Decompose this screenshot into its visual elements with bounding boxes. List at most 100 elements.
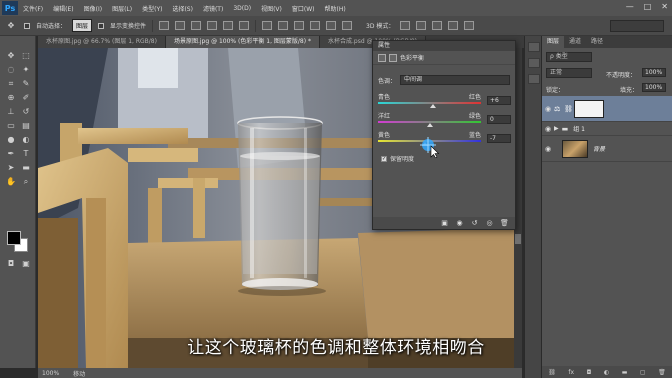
brush-tool-icon[interactable]: ✐: [19, 92, 33, 104]
info-panel-icon[interactable]: [528, 74, 540, 84]
type-tool-icon[interactable]: T: [19, 148, 33, 160]
new-adjustment-icon[interactable]: ◐: [604, 369, 609, 376]
distribute-center-icon[interactable]: [326, 21, 337, 30]
menu-image[interactable]: 图像(I): [79, 4, 107, 13]
menu-type[interactable]: 类型(Y): [137, 4, 167, 13]
expand-arrow-icon[interactable]: ▶: [554, 125, 559, 132]
link-icon[interactable]: ⛓: [564, 105, 574, 113]
distribute-left-icon[interactable]: [310, 21, 321, 30]
blend-mode-dropdown[interactable]: 正常: [546, 68, 592, 78]
new-layer-icon[interactable]: ▢: [640, 369, 646, 376]
history-panel-icon[interactable]: [528, 42, 540, 52]
magic-wand-icon[interactable]: ✦: [19, 64, 33, 76]
menu-select[interactable]: 选择(S): [167, 4, 198, 13]
menu-file[interactable]: 文件(F): [18, 4, 48, 13]
preserve-luminosity-checkbox[interactable]: ✓: [381, 155, 387, 162]
tone-dropdown[interactable]: 中间调: [400, 75, 510, 85]
cyan-red-value[interactable]: +6: [487, 96, 511, 105]
scroll-thumb[interactable]: [515, 234, 521, 244]
dodge-tool-icon[interactable]: ◐: [19, 134, 33, 146]
eye-icon[interactable]: ◉: [542, 105, 554, 113]
fx-icon[interactable]: fx: [568, 369, 574, 376]
clone-stamp-icon[interactable]: ⊥: [4, 106, 18, 118]
align-left-icon[interactable]: [207, 21, 218, 30]
distribute-bottom-icon[interactable]: [294, 21, 305, 30]
workspace-dropdown[interactable]: [610, 20, 664, 32]
yellow-blue-value[interactable]: -7: [487, 134, 511, 143]
menu-edit[interactable]: 编辑(E): [48, 4, 78, 13]
cyan-red-thumb[interactable]: [429, 104, 436, 108]
tab-cup-original[interactable]: 水杯原图.jpg @ 66.7% (图层 1, RGB/8): [38, 36, 166, 48]
quick-mask-icon[interactable]: ◘: [4, 258, 18, 270]
trash-icon[interactable]: 🗑: [500, 219, 509, 227]
visibility-icon[interactable]: ◎: [485, 219, 494, 227]
eye-icon[interactable]: ◉: [542, 125, 554, 133]
3d-rotate-icon[interactable]: [400, 21, 411, 30]
mask-icon[interactable]: [389, 53, 397, 62]
blur-tool-icon[interactable]: ●: [4, 134, 18, 146]
marquee-tool-icon[interactable]: ⬚: [19, 50, 33, 62]
3d-roll-icon[interactable]: [416, 21, 427, 30]
3d-slide-icon[interactable]: [448, 21, 459, 30]
align-center-icon[interactable]: [223, 21, 234, 30]
auto-select-checkbox[interactable]: [24, 22, 30, 29]
magenta-green-thumb[interactable]: [426, 123, 433, 127]
menu-window[interactable]: 窗口(W): [287, 4, 320, 13]
eyedropper-icon[interactable]: ✎: [19, 78, 33, 90]
menu-layer[interactable]: 图层(L): [107, 4, 137, 13]
tab-scene-original[interactable]: 场景原图.jpg @ 100% (色彩平衡 1, 图层蒙版/8) *: [165, 36, 321, 48]
layer-mask-thumbnail[interactable]: [574, 99, 604, 118]
shape-tool-icon[interactable]: ▬: [19, 162, 33, 174]
show-transform-checkbox[interactable]: [98, 22, 105, 29]
3d-pan-icon[interactable]: [432, 21, 443, 30]
reset-icon[interactable]: ↺: [470, 219, 479, 227]
menu-3d[interactable]: 3D(D): [228, 5, 256, 12]
menu-filter[interactable]: 滤镜(T): [198, 4, 228, 13]
add-mask-icon[interactable]: ◘: [587, 369, 592, 376]
tab-paths[interactable]: 路径: [586, 36, 608, 48]
auto-select-dropdown[interactable]: 图层: [72, 19, 93, 32]
menu-view[interactable]: 视图(V): [256, 4, 287, 13]
fill-field[interactable]: 100%: [642, 83, 666, 92]
move-tool-icon[interactable]: ✥: [4, 20, 18, 32]
zoom-tool-icon[interactable]: ⌕: [19, 176, 33, 188]
lasso-tool-icon[interactable]: ◌: [4, 64, 18, 76]
align-right-icon[interactable]: [239, 21, 250, 30]
gradient-tool-icon[interactable]: ▤: [19, 120, 33, 132]
hand-tool-icon[interactable]: ✋: [4, 176, 18, 188]
opacity-field[interactable]: 100%: [642, 68, 666, 77]
layer-filter-dropdown[interactable]: ρ 类型: [546, 52, 592, 62]
preserve-luminosity[interactable]: ✓ 保留明度: [381, 154, 414, 163]
zoom-level[interactable]: 100%: [42, 370, 59, 377]
align-bottom-icon[interactable]: [191, 21, 202, 30]
align-top-icon[interactable]: [159, 21, 170, 30]
link-layers-icon[interactable]: ⛓: [548, 369, 556, 376]
tab-layers[interactable]: 图层: [542, 36, 565, 48]
layer-row-background[interactable]: ◉ 背景: [542, 136, 672, 162]
crop-tool-icon[interactable]: ⌗: [4, 78, 18, 90]
delete-layer-icon[interactable]: 🗑: [658, 369, 666, 376]
layer-row-group[interactable]: ◉ ▶ ▬ 组 1: [542, 122, 672, 136]
menu-help[interactable]: 帮助(H): [320, 4, 351, 13]
distribute-right-icon[interactable]: [342, 21, 353, 30]
3d-scale-icon[interactable]: [464, 21, 475, 30]
history-brush-icon[interactable]: ↺: [19, 106, 33, 118]
maximize-button[interactable]: □: [644, 2, 652, 11]
properties-panel-icon[interactable]: [528, 58, 540, 68]
eye-icon[interactable]: ◉: [542, 145, 554, 153]
foreground-color-swatch[interactable]: [7, 231, 21, 245]
new-group-icon[interactable]: ▬: [622, 369, 628, 376]
eraser-tool-icon[interactable]: ▭: [4, 120, 18, 132]
align-middle-icon[interactable]: [175, 21, 186, 30]
healing-brush-icon[interactable]: ⊕: [4, 92, 18, 104]
pen-tool-icon[interactable]: ✒: [4, 148, 18, 160]
distribute-top-icon[interactable]: [262, 21, 273, 30]
tab-channels[interactable]: 通道: [564, 36, 586, 48]
minimize-button[interactable]: —: [626, 2, 634, 11]
clip-to-layer-icon[interactable]: ▣: [440, 219, 449, 227]
distribute-middle-icon[interactable]: [278, 21, 289, 30]
screen-mode-icon[interactable]: ▣: [19, 258, 33, 270]
magenta-green-value[interactable]: 0: [487, 115, 511, 124]
view-previous-icon[interactable]: ◉: [455, 219, 464, 227]
path-select-icon[interactable]: ➤: [4, 162, 18, 174]
